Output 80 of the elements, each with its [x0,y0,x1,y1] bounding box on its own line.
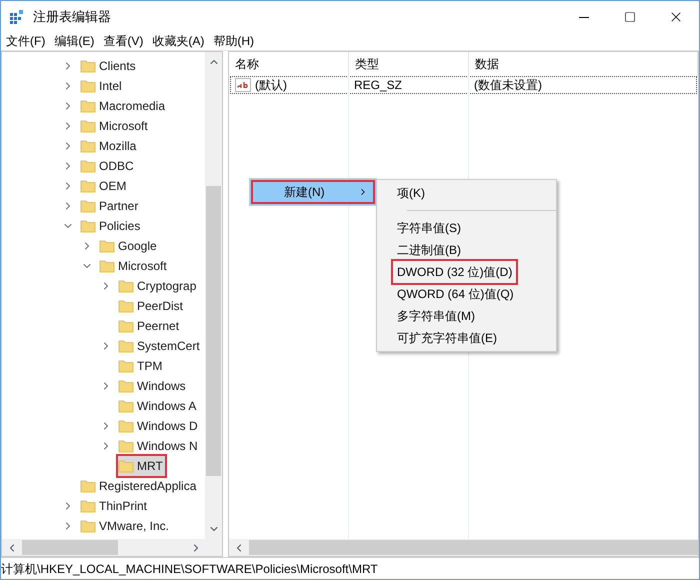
tree-item[interactable]: Macromedia [80,96,168,116]
tree-item[interactable]: PeerDist [118,296,186,316]
submenu-item[interactable]: 字符串值(S) [393,217,465,239]
column-header[interactable]: 名称 [229,52,349,76]
submenu-item[interactable]: DWORD (32 位)值(D) [393,261,516,283]
table-row[interactable]: (默认) REG_SZ (数值未设置) [230,76,697,94]
submenu-item[interactable]: 二进制值(B) [393,239,465,261]
table-cell-text: (数值未设置) [474,77,542,94]
tree-item[interactable]: ODBC [80,156,136,176]
tree-item[interactable]: ThinPrint [80,496,150,516]
submenu-item[interactable]: QWORD (64 位)值(Q) [393,283,518,305]
column-header[interactable]: 类型 [349,52,469,76]
tree-item[interactable]: OEM [80,176,128,196]
folder-icon [80,178,96,194]
folder-icon [118,438,134,454]
maximize-icon [624,11,636,23]
tree-item[interactable]: Policies [80,216,142,236]
registry-editor-icon [9,9,25,25]
folder-icon [80,78,96,94]
horizontal-scrollbar[interactable] [2,539,222,556]
menu-item[interactable]: 查看(V) [103,32,144,50]
tree-item[interactable]: Intel [80,76,124,96]
menu-item[interactable]: 编辑(E) [54,32,94,50]
horizontal-scrollbar[interactable] [229,539,698,556]
folder-icon [80,498,96,514]
folder-icon [118,398,134,414]
folder-icon [118,358,134,374]
folder-icon [118,278,134,294]
folder-icon [80,518,96,534]
status-bar-path: 计算机\HKEY_LOCAL_MACHINE\SOFTWARE\Policies\Microsoft\MRT [1,560,378,578]
tree-item[interactable]: Google [99,236,159,256]
tree-item[interactable]: Windows D [118,416,200,436]
submenu-item[interactable]: 项(K) [393,182,429,204]
folder-icon [80,58,96,74]
folder-icon [80,138,96,154]
tree-item[interactable]: Microsoft [99,256,169,276]
folder-icon [118,378,134,394]
window-title: 注册表编辑器 [33,8,111,26]
folder-icon [118,418,134,434]
minimize-icon [579,16,589,18]
menu-item[interactable]: 帮助(H) [213,32,254,50]
menu-item[interactable]: 收藏夹(A) [152,32,204,50]
folder-icon [99,258,115,274]
string-value-icon [235,78,251,92]
tree-item[interactable]: RegisteredApplica [80,476,198,496]
tree-item[interactable]: Windows [118,376,188,396]
tree-item[interactable]: Cryptograp [118,276,198,296]
tree-item[interactable]: Windows N [118,436,200,456]
submenu-item[interactable]: 多字符串值(M) [393,305,479,327]
table-cell-text: REG_SZ [354,77,402,94]
tree-item[interactable]: MRT [118,456,165,476]
context-menu-item[interactable]: 新建(N) [250,179,376,205]
table-cell-text: (默认) [255,77,287,94]
scrollbar-thumb[interactable] [249,540,698,555]
folder-icon [118,298,134,314]
scrollbar-thumb[interactable] [206,186,221,476]
tree-item[interactable]: Windows A [118,396,198,416]
folder-icon [118,458,134,474]
folder-icon [118,318,134,334]
menu-item[interactable]: 文件(F) [6,32,46,50]
tree-item[interactable]: Mozilla [80,136,138,156]
tree-item[interactable]: Peernet [118,316,182,336]
tree-item[interactable]: TPM [118,356,164,376]
vertical-scrollbar[interactable] [205,52,222,539]
folder-icon [118,338,134,354]
submenu-item[interactable]: 可扩充字符串值(E) [393,327,501,349]
folder-icon [80,98,96,114]
folder-icon [99,238,115,254]
folder-icon [80,478,96,494]
folder-icon [80,118,96,134]
tree-item[interactable]: Partner [80,196,140,216]
folder-icon [80,218,96,234]
folder-icon [80,198,96,214]
scrollbar-thumb[interactable] [22,540,118,555]
column-header[interactable]: 数据 [469,52,698,76]
tree-item[interactable]: Microsoft [80,116,150,136]
tree-item[interactable]: SystemCert [118,336,202,356]
folder-icon [80,158,96,174]
tree-item[interactable]: VMware, Inc. [80,516,172,536]
tree-item[interactable]: Clients [80,56,138,76]
